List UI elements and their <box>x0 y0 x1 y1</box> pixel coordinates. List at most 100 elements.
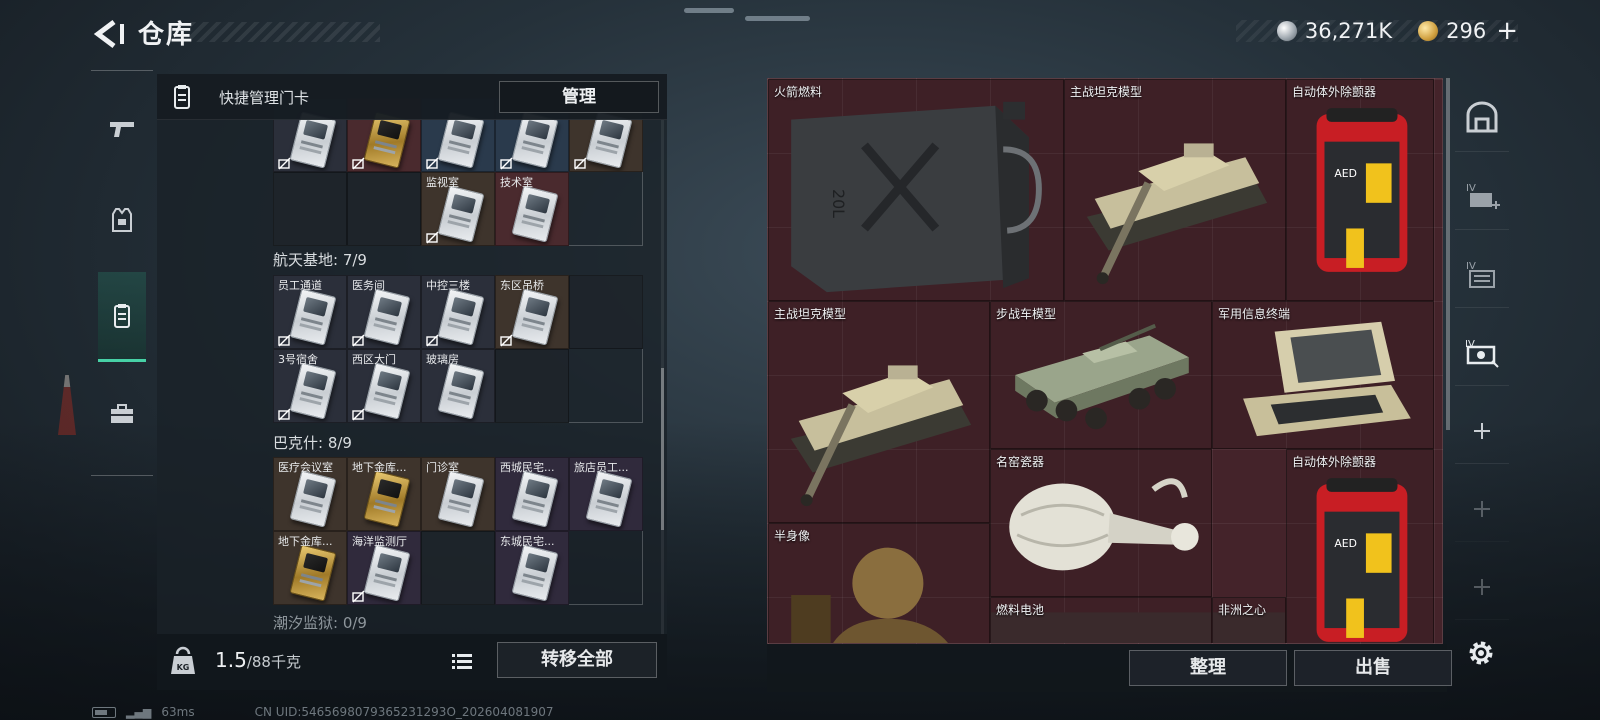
back-button[interactable] <box>90 16 126 52</box>
no-transfer-icon <box>352 588 365 603</box>
empty-slot[interactable] <box>347 172 421 246</box>
backpack-item-rocket-fuel[interactable]: 20L 火箭燃料 <box>768 79 1064 301</box>
keycard-slot[interactable]: 地下金库... <box>273 531 347 605</box>
keycard-name: 地下金库... <box>352 461 407 474</box>
item-name: 非洲之心 <box>1218 603 1267 617</box>
ping-readout: 63ms <box>161 705 195 719</box>
keycard-slot[interactable]: 员工通道 <box>273 275 347 349</box>
group-label: 航天基地: 7/9 <box>273 251 367 269</box>
backpack-item-aed-2[interactable]: AED 自动体外除颤器 <box>1286 449 1434 643</box>
plus-icon <box>1474 578 1490 595</box>
case-add-icon: IV <box>1466 183 1500 209</box>
empty-slot[interactable] <box>421 531 495 605</box>
keycard-slot[interactable]: 门诊室 <box>421 457 495 531</box>
empty-slot[interactable] <box>569 275 643 349</box>
keycard-image <box>437 288 485 346</box>
keycard-image <box>363 544 411 602</box>
backpack-item-mil-terminal[interactable]: 军用信息终端 <box>1212 301 1434 449</box>
container-rail: IV IV IV <box>1455 78 1509 640</box>
no-transfer-icon <box>278 155 291 170</box>
keycard-slot[interactable]: 医疗会议室 <box>273 457 347 531</box>
sell-button[interactable]: 出售 <box>1294 650 1452 686</box>
empty-slot[interactable] <box>273 172 347 246</box>
keycard-slot[interactable]: 地下金库... <box>347 457 421 531</box>
keycard-image <box>363 288 411 346</box>
vase-image <box>1009 478 1199 571</box>
add-currency-button[interactable]: + <box>1496 16 1518 46</box>
container-keycard-case[interactable]: IV <box>1455 320 1509 386</box>
keycard-slot[interactable]: 监视室 <box>421 172 495 246</box>
settings-gear-icon[interactable] <box>1464 636 1498 670</box>
backpack-item-vase[interactable]: 名窑瓷器 <box>990 449 1212 597</box>
backpack-scrollbar[interactable] <box>1446 78 1450 430</box>
keycard-name: 医疗会议室 <box>278 461 333 474</box>
keycard-slot[interactable]: 西城民宅... <box>495 457 569 531</box>
status-line: ▂▄▆ 63ms CN UID:5465698079365231293O_202… <box>92 705 554 719</box>
keycard-image <box>511 288 559 346</box>
keycard-name: 技术室 <box>500 176 533 189</box>
keycard-slot[interactable]: 3号宿舍 <box>273 349 347 423</box>
keycard-name: 门诊室 <box>426 461 459 474</box>
toolbox-icon <box>111 404 133 423</box>
keycard-slot[interactable]: 中控三楼 <box>421 275 495 349</box>
item-name: 名窑瓷器 <box>996 455 1045 469</box>
backpack-item-aed-1[interactable]: AED 自动体外除颤器 <box>1286 79 1434 301</box>
keycard-name: 东区吊桥 <box>500 279 544 292</box>
empty-slot[interactable] <box>495 349 569 423</box>
traffic-cone-decor <box>58 375 76 435</box>
keycard-name: 西城民宅... <box>500 461 555 474</box>
terminal-image <box>1243 321 1411 437</box>
keycard-name: 东城民宅... <box>500 535 555 548</box>
container-case-add[interactable]: IV <box>1455 164 1509 230</box>
backpack-item-bust[interactable]: 半身像 <box>768 523 990 643</box>
plus-icon <box>1474 500 1490 517</box>
keycard-holder-icon <box>174 85 190 109</box>
add-container-slot[interactable] <box>1455 554 1509 620</box>
svg-text:IV: IV <box>1466 183 1476 194</box>
keycard-name: 监视室 <box>426 176 459 189</box>
case-files-icon: IV <box>1466 261 1495 288</box>
keycard-slot[interactable]: 旅店员工... <box>569 457 643 531</box>
keycard-slot[interactable]: 西区大门 <box>347 349 421 423</box>
tank-image <box>790 365 972 507</box>
tab-supplies[interactable] <box>91 369 153 459</box>
keycard-case-icon: IV <box>1465 339 1499 368</box>
weight-current: 1.5 <box>215 648 247 672</box>
ceiling-light <box>745 16 810 21</box>
tab-weapons[interactable] <box>91 83 153 173</box>
svg-text:AED: AED <box>1334 167 1357 180</box>
tab-keycards[interactable] <box>98 272 146 362</box>
keycard-slot[interactable]: 玻璃房 <box>421 349 495 423</box>
keycard-slot[interactable]: 技术室 <box>495 172 569 246</box>
keycard-image <box>437 185 485 243</box>
add-container-slot[interactable] <box>1455 476 1509 542</box>
keycard-slot[interactable]: 东区吊桥 <box>495 275 569 349</box>
keycard-slot[interactable]: 医务间 <box>347 275 421 349</box>
add-container-slot[interactable] <box>1455 398 1509 464</box>
keycard-slot[interactable]: 东城民宅... <box>495 531 569 605</box>
manage-button[interactable]: 管理 <box>499 81 659 113</box>
container-safe-box[interactable] <box>1455 86 1509 152</box>
svg-text:KG: KG <box>177 663 190 672</box>
backpack-item-mbt-model-2[interactable]: 主战坦克模型 <box>768 301 990 523</box>
backpack-item-ifv-model[interactable]: 步战车模型 <box>990 301 1212 449</box>
keycard-slot[interactable]: 海洋监测厅 <box>347 531 421 605</box>
item-name: 主战坦克模型 <box>1070 85 1143 99</box>
container-case-files[interactable]: IV <box>1455 242 1509 308</box>
keycard-name: 西区大门 <box>352 353 396 366</box>
tab-equipment[interactable] <box>91 175 153 265</box>
sort-button[interactable]: 整理 <box>1129 650 1287 686</box>
keycard-image <box>511 185 559 243</box>
group-label: 巴克什: 8/9 <box>273 434 352 452</box>
no-transfer-icon <box>352 406 365 421</box>
storage-scrollbar-thumb[interactable] <box>661 368 664 530</box>
item-name: 自动体外除颤器 <box>1292 455 1377 469</box>
backpack-item-heart[interactable]: 非洲之心 <box>1212 597 1286 643</box>
keycard-image <box>437 470 485 528</box>
no-transfer-icon <box>426 155 439 170</box>
backpack-item-mbt-model-1[interactable]: 主战坦克模型 <box>1064 79 1286 301</box>
transfer-all-button[interactable]: 转移全部 <box>497 642 657 678</box>
backpack-item-fuel-cell[interactable]: 燃料电池 <box>990 597 1212 643</box>
currency-display: 36,271K 296 + <box>1276 16 1518 46</box>
list-view-icon[interactable] <box>447 647 477 677</box>
